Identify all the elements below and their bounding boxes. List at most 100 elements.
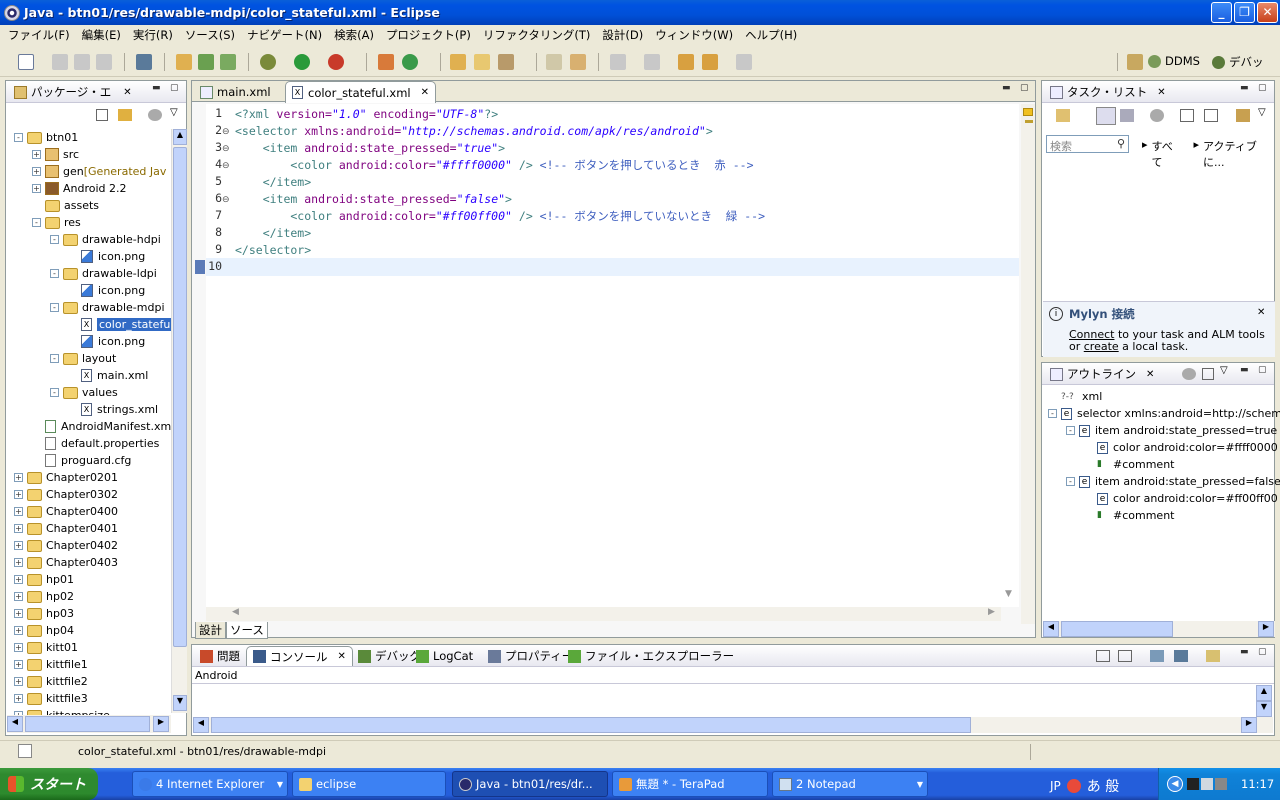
maximize-icon[interactable]: ▢ bbox=[1020, 83, 1029, 93]
run-icon[interactable] bbox=[294, 54, 310, 70]
menu-run[interactable]: 実行(R) bbox=[127, 27, 179, 43]
outline-item[interactable]: - e item android:state_pressed=false bbox=[1066, 473, 1280, 490]
scroll-down-icon[interactable]: ▼ bbox=[1256, 701, 1272, 717]
tree-item[interactable]: AndroidManifest.xm bbox=[32, 418, 171, 435]
menu-refactor[interactable]: リファクタリング(T) bbox=[477, 27, 597, 43]
tree-item[interactable]: - drawable-hdpi bbox=[50, 231, 161, 248]
tree-item[interactable]: + Android 2.2 bbox=[32, 180, 127, 197]
code-line[interactable]: <color android:color="#ff00ff00" /> <!--… bbox=[235, 208, 765, 225]
outline-item[interactable]: e color android:color=#ffff0000 bbox=[1084, 439, 1278, 456]
code-line[interactable]: <color android:color="#ffff0000" /> <!--… bbox=[235, 157, 753, 174]
open-folder-icon[interactable] bbox=[474, 54, 490, 70]
sdk-manager-icon[interactable] bbox=[136, 54, 152, 70]
view-menu-icon[interactable]: ▽ bbox=[170, 107, 178, 118]
taskbar-terapad[interactable]: 無題 * - TeraPad bbox=[612, 771, 768, 797]
scroll-down-icon[interactable]: ▼ bbox=[1005, 589, 1012, 599]
tree-vscrollbar[interactable]: ▲ ▼ bbox=[171, 129, 187, 713]
scroll-up-icon[interactable]: ▲ bbox=[1256, 685, 1272, 701]
debug-icon[interactable] bbox=[260, 54, 276, 70]
prev-annotation-icon[interactable] bbox=[644, 54, 660, 70]
build-icon[interactable] bbox=[378, 54, 394, 70]
minimize-icon[interactable]: ▬ bbox=[1240, 83, 1249, 93]
open-perspective-icon[interactable] bbox=[1127, 54, 1143, 70]
tab-problems[interactable]: 問題 bbox=[194, 646, 246, 666]
new-icon[interactable] bbox=[18, 54, 34, 70]
outline-tab[interactable]: アウトライン ✕ bbox=[1044, 364, 1160, 384]
close-button[interactable]: ✕ bbox=[1257, 2, 1278, 23]
fold-icon[interactable]: ⊖ bbox=[222, 144, 230, 154]
expand-toggle-icon[interactable]: + bbox=[14, 490, 23, 499]
tree-item[interactable]: + hp03 bbox=[14, 605, 74, 622]
expand-toggle-icon[interactable]: + bbox=[14, 575, 23, 584]
taskbar-internet-explorer[interactable]: 4 Internet Explorer ▼ bbox=[132, 771, 288, 797]
expand-toggle-icon[interactable]: - bbox=[50, 354, 59, 363]
scroll-right-icon[interactable]: ▶ bbox=[988, 607, 995, 617]
outline-item[interactable]: ▮ #comment bbox=[1084, 456, 1174, 473]
expand-toggle-icon[interactable]: - bbox=[50, 235, 59, 244]
close-tab-icon[interactable]: ✕ bbox=[421, 87, 429, 98]
ddms-perspective[interactable]: DDMS bbox=[1148, 54, 1200, 68]
close-icon[interactable]: ✕ bbox=[1146, 369, 1154, 380]
back-icon[interactable] bbox=[702, 54, 718, 70]
expand-toggle-icon[interactable]: - bbox=[1048, 409, 1057, 418]
expand-toggle-icon[interactable]: + bbox=[14, 643, 23, 652]
view-menu-icon[interactable]: ▽ bbox=[1220, 365, 1228, 376]
outline-item[interactable]: e color android:color=#ff00ff00 bbox=[1084, 490, 1278, 507]
last-edit-icon[interactable] bbox=[678, 54, 694, 70]
scroll-left-icon[interactable]: ◀ bbox=[7, 716, 23, 732]
tab-design[interactable]: 設計 bbox=[195, 622, 226, 639]
language-indicator[interactable]: JP bbox=[1050, 779, 1061, 793]
open-type-icon[interactable] bbox=[450, 54, 466, 70]
close-icon[interactable]: ✕ bbox=[1157, 87, 1165, 98]
tree-item[interactable]: Xstrings.xml bbox=[68, 401, 158, 418]
expand-toggle-icon[interactable]: + bbox=[14, 524, 23, 533]
scroll-left-icon[interactable]: ◀ bbox=[232, 607, 239, 617]
tab-color-stateful-xml[interactable]: X color_stateful.xml ✕ bbox=[285, 81, 436, 103]
outline-hscrollbar[interactable]: ◀ ▶ bbox=[1043, 621, 1275, 637]
tree-item[interactable]: + Chapter0403 bbox=[14, 554, 118, 571]
menu-navigate[interactable]: ナビゲート(N) bbox=[241, 27, 328, 43]
filter-all-link[interactable]: すべて bbox=[1152, 138, 1182, 170]
task-list-tab[interactable]: タスク・リスト ✕ bbox=[1044, 82, 1172, 102]
tree-item[interactable]: + gen [Generated Jav bbox=[32, 163, 166, 180]
expand-toggle-icon[interactable]: - bbox=[50, 388, 59, 397]
expand-toggle-icon[interactable]: - bbox=[1066, 426, 1075, 435]
expand-toggle-icon[interactable]: + bbox=[14, 558, 23, 567]
expand-toggle-icon[interactable]: - bbox=[50, 303, 59, 312]
link-editor-icon[interactable] bbox=[118, 109, 132, 121]
save-all-icon[interactable] bbox=[74, 54, 90, 70]
tree-item[interactable]: + kittfile3 bbox=[14, 690, 88, 707]
minimize-icon[interactable]: ▬ bbox=[1240, 365, 1249, 375]
scroll-left-icon[interactable]: ◀ bbox=[1043, 621, 1059, 637]
expand-toggle-icon[interactable]: + bbox=[14, 507, 23, 516]
tree-item[interactable]: default.properties bbox=[32, 435, 159, 452]
tab-source[interactable]: ソース bbox=[226, 622, 268, 639]
minimize-icon[interactable]: ▬ bbox=[1002, 83, 1011, 93]
tree-item[interactable]: + Chapter0402 bbox=[14, 537, 118, 554]
expand-toggle-icon[interactable]: + bbox=[14, 541, 23, 550]
menu-search[interactable]: 検索(A) bbox=[328, 27, 380, 43]
collapse-all-icon[interactable] bbox=[1204, 109, 1218, 122]
tree-item[interactable]: icon.png bbox=[68, 282, 145, 299]
taskbar-eclipse-folder[interactable]: eclipse bbox=[292, 771, 446, 797]
tree-item[interactable]: - layout bbox=[50, 350, 116, 367]
tree-item[interactable]: + Chapter0400 bbox=[14, 503, 118, 520]
tree-hscroll-thumb[interactable] bbox=[25, 716, 150, 732]
next-annotation-icon[interactable] bbox=[610, 54, 626, 70]
tree-item[interactable]: - drawable-mdpi bbox=[50, 299, 165, 316]
tree-item[interactable]: Xcolor_statefu bbox=[68, 316, 173, 333]
scroll-right-icon[interactable]: ▶ bbox=[153, 716, 169, 732]
taskbar-notepad[interactable]: 2 Notepad ▼ bbox=[772, 771, 928, 797]
tree-item[interactable]: + Chapter0201 bbox=[14, 469, 118, 486]
outline-item[interactable]: ▮ #comment bbox=[1084, 507, 1174, 524]
debug-perspective[interactable]: デバッ bbox=[1212, 54, 1264, 70]
scroll-down-icon[interactable]: ▼ bbox=[173, 695, 187, 711]
scheduled-icon[interactable] bbox=[1120, 109, 1134, 122]
print-icon[interactable] bbox=[96, 54, 112, 70]
external-tools-icon[interactable] bbox=[328, 54, 344, 70]
expand-toggle-icon[interactable]: - bbox=[1066, 477, 1075, 486]
tree-item[interactable]: assets bbox=[32, 197, 99, 214]
fold-icon[interactable]: ⊖ bbox=[222, 195, 230, 205]
hide-completed-icon[interactable] bbox=[1180, 109, 1194, 122]
expand-toggle-icon[interactable]: - bbox=[50, 269, 59, 278]
